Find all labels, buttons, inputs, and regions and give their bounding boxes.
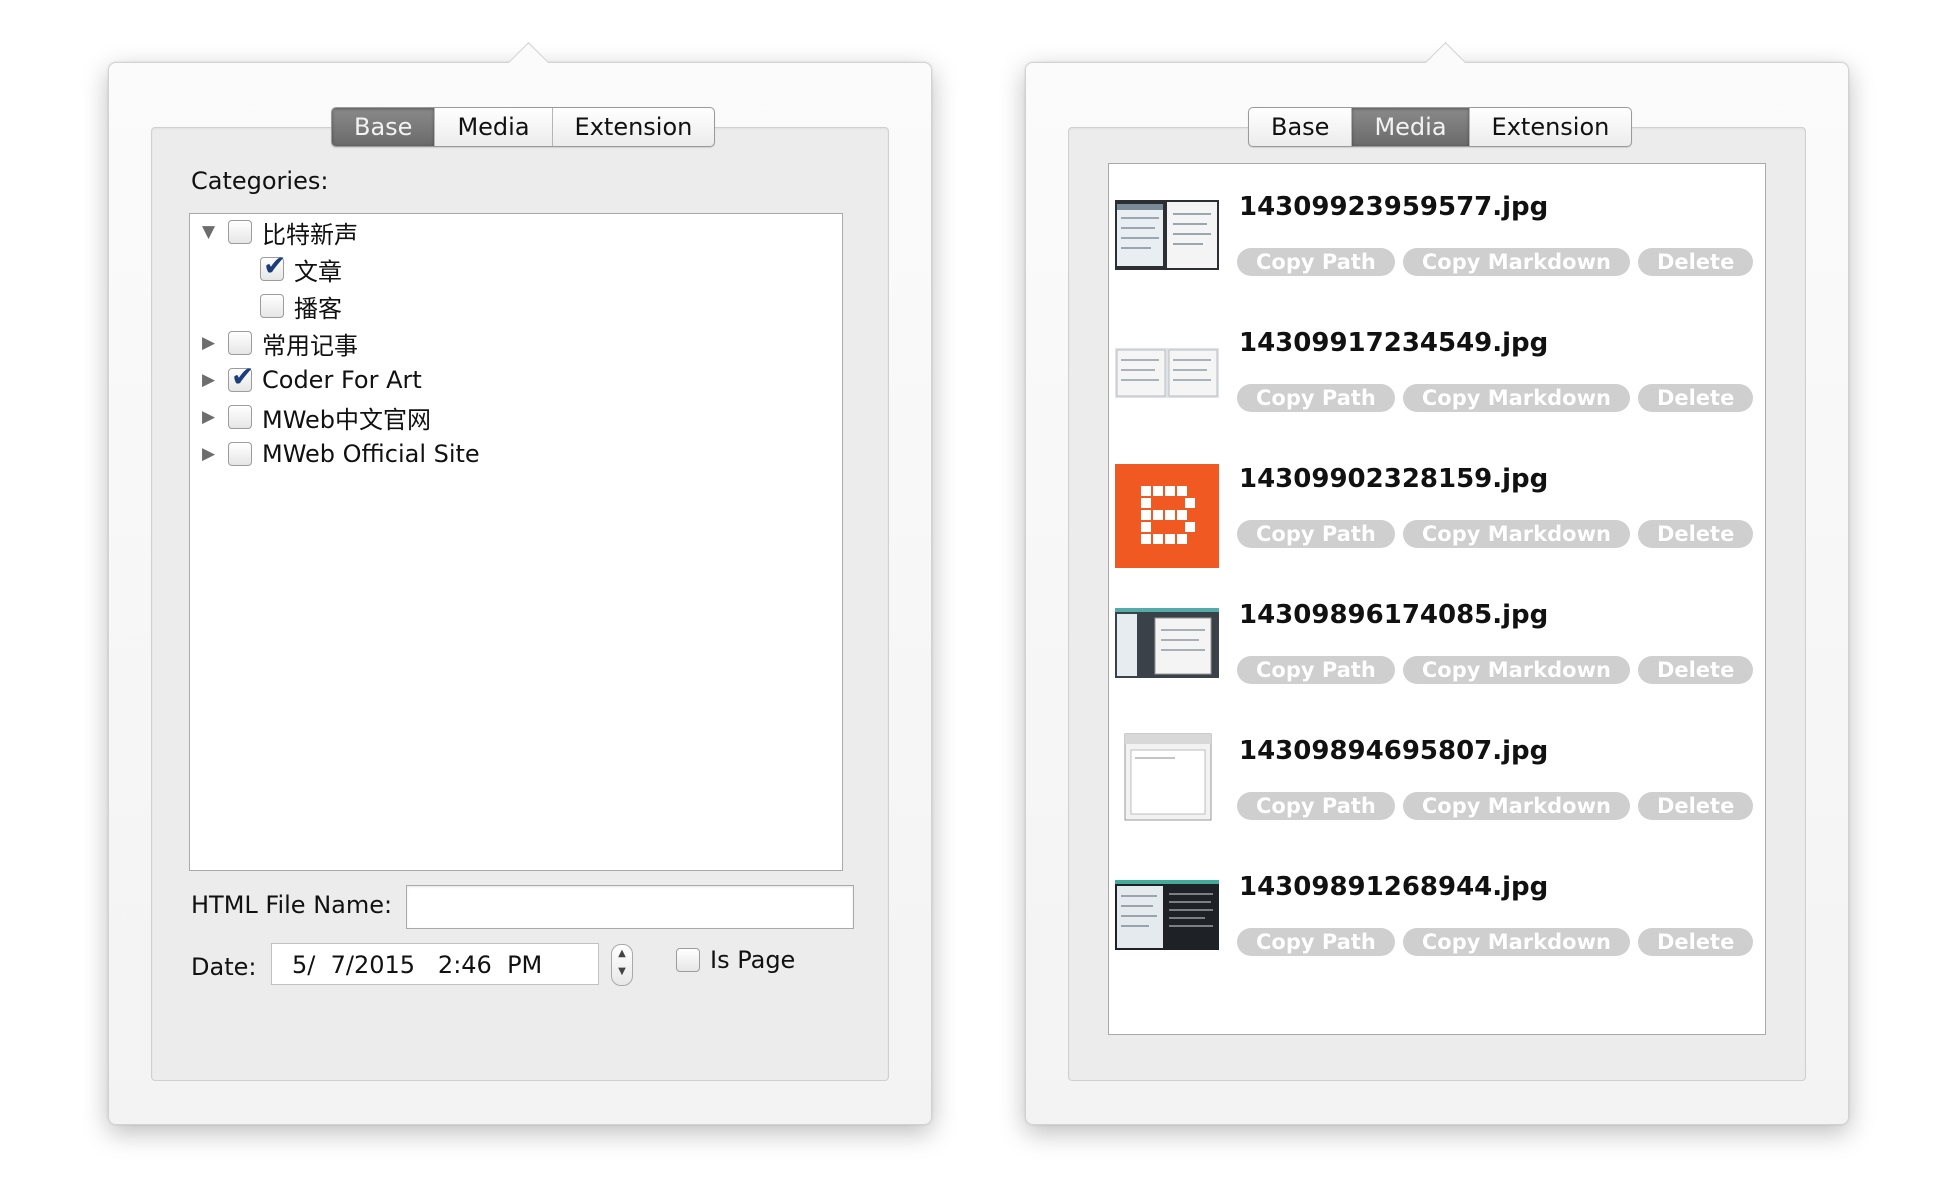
disclosure-triangle-right-icon[interactable]: ▶ [202,362,228,398]
tab-bar: Base Media Extension [331,107,716,147]
copy-path-button[interactable]: Copy Path [1237,656,1395,684]
tree-row-bitexinsheng[interactable]: ▼ 比特新声 [202,214,358,250]
tree-row-label: MWeb中文官网 [262,405,432,434]
delete-button[interactable]: Delete [1637,792,1754,820]
copy-markdown-button[interactable]: Copy Markdown [1402,520,1630,548]
media-file-name: 14309902328159.jpg [1239,464,1549,494]
disclosure-triangle-down-icon[interactable]: ▼ [202,214,228,250]
tab-media[interactable]: Media [1351,108,1469,146]
tab-base[interactable]: Base [332,108,435,146]
tree-row-label: 播客 [294,294,342,323]
disclosure-triangle-right-icon[interactable]: ▶ [202,436,228,472]
copy-markdown-button[interactable]: Copy Markdown [1402,384,1630,412]
blogger-logo-icon [1115,464,1219,568]
tree-row-wenzhang[interactable]: 文章 [260,249,342,287]
media-item: 14309896174085.jpg Copy Path Copy Markdo… [1109,582,1765,718]
copy-path-button[interactable]: Copy Path [1237,928,1395,956]
copy-markdown-button[interactable]: Copy Markdown [1402,248,1630,276]
media-file-name: 14309923959577.jpg [1239,192,1549,222]
date-picker-field[interactable]: 5/ 7/2015 2:46 PM [271,943,599,985]
media-file-name: 14309917234549.jpg [1239,328,1549,358]
media-item: 14309917234549.jpg Copy Path Copy Markdo… [1109,310,1765,446]
popover-arrow [1424,41,1467,84]
copy-markdown-button[interactable]: Copy Markdown [1402,928,1630,956]
media-item: 14309894695807.jpg Copy Path Copy Markdo… [1109,718,1765,854]
tree-row-coder-for-art[interactable]: ▶ Coder For Art [202,360,422,398]
category-checkbox[interactable] [260,249,286,282]
is-page-toggle[interactable]: Is Page [676,946,795,974]
copy-path-button[interactable]: Copy Path [1237,520,1395,548]
image-thumbnail [1115,336,1219,406]
tree-row-label: 比特新声 [262,220,358,249]
delete-button[interactable]: Delete [1637,248,1754,276]
stepper-arrows-icon[interactable]: ▲ ▼ [611,944,633,986]
copy-path-button[interactable]: Copy Path [1237,248,1395,276]
media-popover: Base Media Extension 14309923959577.jpg … [1025,41,1849,1125]
category-checkbox[interactable] [260,294,284,318]
tree-row-label: Coder For Art [262,366,422,394]
date-label: Date: [191,953,257,981]
delete-button[interactable]: Delete [1637,384,1754,412]
popover-arrow [507,41,550,84]
html-file-name-field[interactable] [406,885,854,929]
tree-row-changyongjishi[interactable]: ▶ 常用记事 [202,325,358,361]
image-thumbnail [1115,200,1219,270]
categories-label: Categories: [191,167,329,195]
delete-button[interactable]: Delete [1637,520,1754,548]
media-list[interactable]: 14309923959577.jpg Copy Path Copy Markdo… [1108,163,1766,1035]
tree-row-mweb-cn[interactable]: ▶ MWeb中文官网 [202,399,431,435]
tab-extension[interactable]: Extension [551,108,715,146]
category-checkbox[interactable] [228,220,252,244]
media-file-name: 14309891268944.jpg [1239,872,1549,902]
tab-extension[interactable]: Extension [1468,108,1632,146]
tree-row-label: MWeb Official Site [262,440,480,468]
media-file-name: 14309894695807.jpg [1239,736,1549,766]
tree-row-label: 文章 [294,257,342,286]
copy-markdown-button[interactable]: Copy Markdown [1402,792,1630,820]
is-page-checkbox[interactable] [676,948,700,972]
tree-row-label: 常用记事 [262,331,358,360]
delete-button[interactable]: Delete [1637,656,1754,684]
category-checkbox[interactable] [228,331,252,355]
image-thumbnail [1115,728,1219,824]
disclosure-triangle-right-icon[interactable]: ▶ [202,325,228,361]
media-file-name: 14309896174085.jpg [1239,600,1549,630]
is-page-label: Is Page [710,946,796,974]
tab-bar: Base Media Extension [1248,107,1633,147]
disclosure-triangle-right-icon[interactable]: ▶ [202,399,228,435]
base-popover: Base Media Extension Categories: ▼ 比特新声 … [108,41,932,1125]
media-item: 14309891268944.jpg Copy Path Copy Markdo… [1109,854,1765,990]
category-checkbox[interactable] [228,360,254,393]
copy-path-button[interactable]: Copy Path [1237,792,1395,820]
category-checkbox[interactable] [228,442,252,466]
copy-path-button[interactable]: Copy Path [1237,384,1395,412]
tab-media[interactable]: Media [434,108,551,146]
categories-tree[interactable]: ▼ 比特新声 文章 播客 ▶ 常用记事 ▶ Coder For Art ▶ MW… [189,213,843,871]
media-item: 14309923959577.jpg Copy Path Copy Markdo… [1109,174,1765,310]
html-file-name-label: HTML File Name: [191,891,393,919]
image-thumbnail [1115,880,1219,950]
image-thumbnail [1115,608,1219,678]
delete-button[interactable]: Delete [1637,928,1754,956]
tab-base[interactable]: Base [1249,108,1351,146]
copy-markdown-button[interactable]: Copy Markdown [1402,656,1630,684]
tree-row-mweb-official[interactable]: ▶ MWeb Official Site [202,436,480,472]
media-item: 14309902328159.jpg Copy Path Copy Markdo… [1109,446,1765,582]
category-checkbox[interactable] [228,405,252,429]
tree-row-boke[interactable]: 播客 [260,288,342,324]
